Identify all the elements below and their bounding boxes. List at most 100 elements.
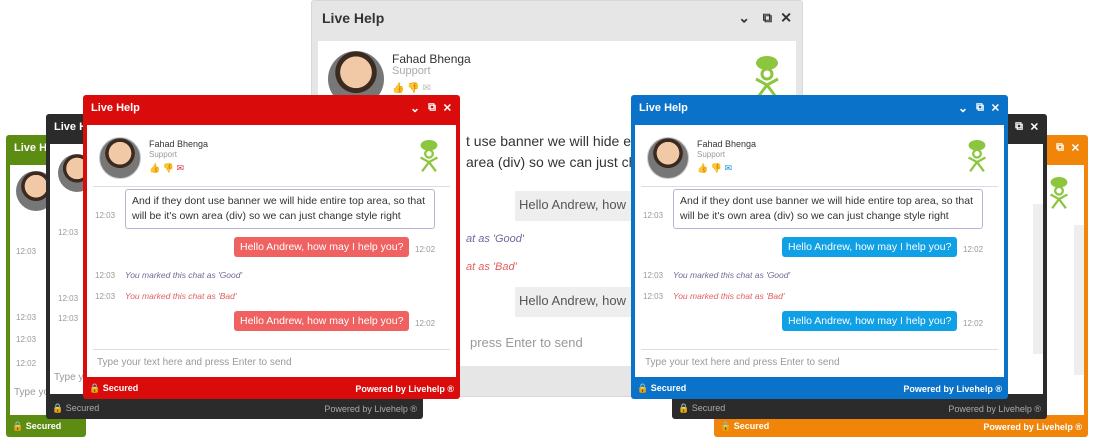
- powered-by[interactable]: Powered by Livehelp ®: [903, 384, 1002, 394]
- note-good: at as 'Good': [466, 233, 525, 245]
- chat-input[interactable]: Type your text here and press Enter to s…: [93, 349, 450, 377]
- popout-icon[interactable]: ⧉: [976, 102, 984, 115]
- lock-icon: 🔒: [720, 421, 732, 431]
- powered-by[interactable]: Powered by Livehelp ®: [948, 404, 1041, 414]
- agent-name: Fahad Bhenga: [392, 52, 471, 66]
- message-time: 12:03: [95, 211, 116, 220]
- note-bad: You marked this chat as 'Bad': [125, 291, 237, 301]
- message-time: 12:02: [16, 359, 37, 368]
- message-fragment: t use banner we will hide en: [466, 133, 639, 149]
- close-icon[interactable]: ✕: [443, 102, 452, 115]
- window-footer: 🔒 Secured Powered by Livehelp ®: [83, 379, 460, 399]
- agent-name: Fahad Bhenga: [149, 139, 209, 149]
- powered-by[interactable]: Powered by Livehelp ®: [355, 384, 454, 394]
- window-footer: 🔒 Secured Powered by Livehelp ®: [46, 399, 423, 419]
- agent-role: Support: [392, 65, 431, 77]
- message-fragment: area (div) so we can just ch: [466, 154, 637, 170]
- chevron-down-icon[interactable]: ⌄: [958, 101, 968, 115]
- lock-icon: 🔒: [89, 383, 101, 393]
- popout-icon[interactable]: ⧉: [763, 10, 772, 26]
- thumbs-up-icon[interactable]: 👍: [697, 163, 708, 173]
- message-time: 12:03: [95, 271, 116, 280]
- secured-label: 🔒 Secured: [12, 421, 62, 431]
- note-good: You marked this chat as 'Good': [673, 270, 791, 280]
- message-time: 12:03: [16, 335, 37, 344]
- message-list: 12:03 And if they dont use banner we wil…: [641, 189, 998, 341]
- agent-profile: Fahad Bhenga Support 👍 👎 ✉: [641, 131, 998, 187]
- lock-icon: 🔒: [12, 421, 24, 431]
- thumbs-up-icon[interactable]: 👍: [149, 163, 160, 173]
- close-icon[interactable]: ✕: [1071, 142, 1080, 155]
- agent-role: Support: [149, 150, 178, 159]
- avatar: [647, 137, 689, 179]
- message-time: 12:03: [643, 271, 664, 280]
- message-time: 12:02: [963, 245, 984, 254]
- message-time: 12:03: [16, 313, 37, 322]
- message-time: 12:03: [58, 228, 79, 237]
- message-bubble-outgoing: Hello Andrew, how may I help you?: [234, 311, 410, 331]
- scrollbar[interactable]: [1033, 204, 1043, 354]
- chat-input[interactable]: Type yo: [14, 387, 49, 398]
- message-bubble: Hello Andrew, how: [515, 191, 635, 221]
- window-footer: 🔒 Secured Powered by Livehelp ®: [631, 379, 1008, 399]
- chat-window-red: Live Help ⌄ ⧉ ✕ Fahad Bhenga Support 👍 👎…: [83, 95, 460, 399]
- livehelp-logo-icon: [416, 139, 442, 173]
- message-time: 12:02: [963, 319, 984, 328]
- close-icon[interactable]: ✕: [1030, 121, 1039, 134]
- window-title: Live Help: [91, 102, 140, 114]
- chat-body: Fahad Bhenga Support 👍 👎 ✉ 12:03 And if …: [635, 125, 1004, 377]
- avatar: [99, 137, 141, 179]
- message-time: 12:02: [415, 319, 436, 328]
- lock-icon: 🔒: [52, 403, 64, 413]
- powered-by[interactable]: Powered by Livehelp ®: [983, 422, 1082, 432]
- rating-actions: 👍 👎 ✉: [149, 163, 184, 174]
- thumbs-down-icon[interactable]: 👎: [163, 163, 174, 173]
- message-bubble-incoming: And if they dont use banner we will hide…: [673, 189, 983, 229]
- chat-input[interactable]: press Enter to send: [470, 335, 583, 350]
- secured-label: 🔒 Secured: [89, 383, 139, 393]
- mail-icon[interactable]: ✉: [724, 163, 732, 173]
- popout-icon[interactable]: ⧉: [1015, 121, 1023, 134]
- message-bubble-outgoing: Hello Andrew, how may I help you?: [782, 237, 958, 257]
- window-header: Live Help ⌄ ⧉ ✕: [631, 95, 1008, 121]
- lock-icon: 🔒: [637, 383, 649, 393]
- note-bad: You marked this chat as 'Bad': [673, 291, 785, 301]
- secured-label: 🔒 Secured: [720, 421, 770, 431]
- message-time: 12:03: [58, 294, 79, 303]
- message-time: 12:03: [16, 247, 37, 256]
- chat-body: Fahad Bhenga Support 👍 👎 ✉ 12:03 And if …: [87, 125, 456, 377]
- window-footer: 🔒 Secured Powered by Livehelp ®: [714, 417, 1088, 437]
- close-icon[interactable]: ✕: [780, 10, 792, 27]
- chevron-down-icon[interactable]: ⌄: [738, 10, 750, 27]
- window-header: Live Help ⌄ ⧉ ✕: [83, 95, 460, 121]
- close-icon[interactable]: ✕: [991, 102, 1000, 115]
- agent-name: Fahad Bhenga: [697, 139, 757, 149]
- agent-role: Support: [697, 150, 726, 159]
- mail-icon[interactable]: ✉: [176, 163, 184, 173]
- message-bubble-outgoing: Hello Andrew, how may I help you?: [234, 237, 410, 257]
- scrollbar[interactable]: [1074, 225, 1084, 375]
- note-bad: at as 'Bad': [466, 261, 517, 273]
- secured-label: 🔒 Secured: [637, 383, 687, 393]
- secured-label: 🔒 Secured: [678, 403, 726, 413]
- message-time: 12:02: [415, 245, 436, 254]
- thumbs-down-icon[interactable]: 👎: [711, 163, 722, 173]
- window-header: Live Help ⌄ ⧉ ✕: [312, 1, 802, 35]
- powered-by[interactable]: Powered by Livehelp ®: [324, 404, 417, 414]
- rating-icons: 👍 👎 ✉: [392, 83, 431, 94]
- popout-icon[interactable]: ⧉: [428, 102, 436, 115]
- note-good: You marked this chat as 'Good': [125, 270, 243, 280]
- chat-input[interactable]: Type your text here and press Enter to s…: [641, 349, 998, 377]
- message-time: 12:03: [643, 292, 664, 301]
- message-list: 12:03 And if they dont use banner we wil…: [93, 189, 450, 341]
- popout-icon[interactable]: ⧉: [1056, 142, 1064, 155]
- window-title: Live Help: [639, 102, 688, 114]
- livehelp-logo-icon: [1046, 175, 1072, 216]
- message-bubble-incoming: And if they dont use banner we will hide…: [125, 189, 435, 229]
- livehelp-logo-icon: [964, 139, 990, 173]
- message-time: 12:03: [58, 314, 79, 323]
- chevron-down-icon[interactable]: ⌄: [410, 101, 420, 115]
- message-bubble-outgoing: Hello Andrew, how may I help you?: [782, 311, 958, 331]
- window-title: Live Help: [322, 10, 385, 26]
- message-bubble: Hello Andrew, how: [515, 287, 635, 317]
